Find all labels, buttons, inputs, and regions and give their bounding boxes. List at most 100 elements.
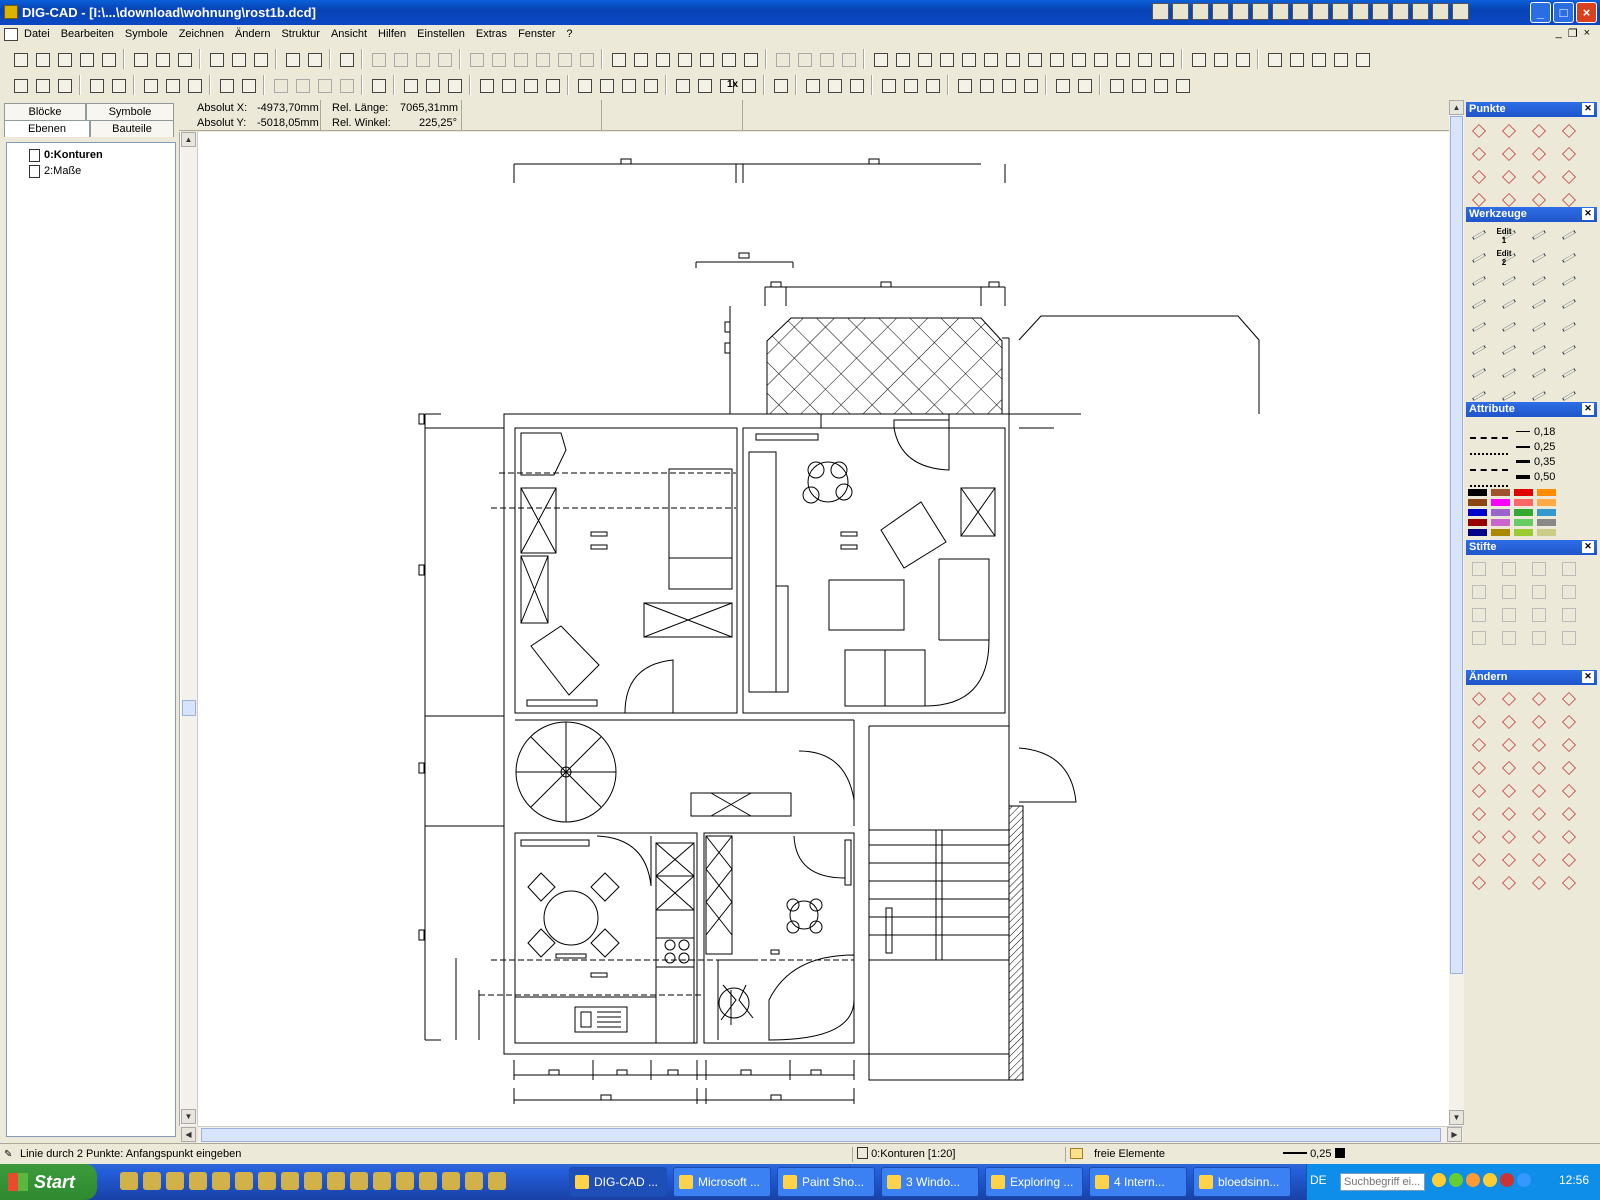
menu-fenster[interactable]: Fenster xyxy=(518,28,555,40)
menu-aendern[interactable]: Ändern xyxy=(235,28,270,40)
zoom-1x-button[interactable]: 1x xyxy=(727,79,738,90)
menu-extras[interactable]: Extras xyxy=(476,28,507,40)
toolbar-button-icon[interactable] xyxy=(1134,49,1154,69)
toolbar-button-icon[interactable] xyxy=(368,75,388,95)
toolbar-button-icon[interactable] xyxy=(542,75,562,95)
toolbar-button-icon[interactable] xyxy=(870,49,890,69)
line-width-item[interactable]: 0,35 xyxy=(1516,454,1555,469)
line-width-item[interactable]: 0,50 xyxy=(1516,469,1555,484)
toolbar-button-icon[interactable] xyxy=(412,49,432,69)
snap-point-tool-icon[interactable] xyxy=(1558,166,1578,186)
toolbar-button-icon[interactable] xyxy=(532,49,552,69)
menu-bearbeiten[interactable]: Bearbeiten xyxy=(61,28,114,40)
toolbar-button-icon[interactable] xyxy=(336,75,356,95)
quicklaunch-icon[interactable] xyxy=(350,1172,368,1190)
edit-tool-icon[interactable] xyxy=(1558,734,1578,754)
scroll-up-arrow-icon[interactable]: ▲ xyxy=(1449,100,1464,115)
edit-tool-icon[interactable] xyxy=(1468,780,1488,800)
status-layer-cell[interactable]: 0:Konturen [1:20] xyxy=(852,1147,1057,1162)
toolbar-button-icon[interactable] xyxy=(554,49,574,69)
document-icon[interactable] xyxy=(4,28,18,41)
language-indicator[interactable]: DE xyxy=(1310,1173,1327,1187)
clock[interactable]: 12:56 xyxy=(1559,1173,1589,1187)
quicklaunch-icon[interactable] xyxy=(327,1172,345,1190)
toolbar-button-icon[interactable] xyxy=(1074,75,1094,95)
toolbar-button-icon[interactable] xyxy=(390,49,410,69)
snap-point-tool-icon[interactable] xyxy=(1468,120,1488,140)
task-button-paintshop[interactable]: Paint Sho... xyxy=(777,1167,875,1197)
snap-point-tool-icon[interactable] xyxy=(1528,120,1548,140)
toolbar-button-icon[interactable] xyxy=(238,75,258,95)
toolbar-button-icon[interactable] xyxy=(900,75,920,95)
toolbar-button-icon[interactable] xyxy=(304,49,324,69)
color-swatch[interactable] xyxy=(1468,509,1487,516)
snap-point-tool-icon[interactable] xyxy=(1528,189,1548,209)
floor-plan-drawing[interactable] xyxy=(199,132,1469,1126)
edit-tool-icon[interactable] xyxy=(1558,826,1578,846)
palette-close-icon[interactable]: ✕ xyxy=(1582,403,1594,415)
edit-tool-icon[interactable] xyxy=(1468,734,1488,754)
quicklaunch-icon[interactable] xyxy=(258,1172,276,1190)
scroll-up-arrow-icon[interactable]: ▲ xyxy=(181,132,196,147)
pen-icon[interactable] xyxy=(1528,558,1548,578)
tray-icon[interactable] xyxy=(1466,1173,1480,1187)
toolbar-button-icon[interactable] xyxy=(140,75,160,95)
line-style-dot2[interactable] xyxy=(1470,472,1508,487)
app-icon[interactable] xyxy=(4,5,18,19)
edit-tool-icon[interactable] xyxy=(1558,711,1578,731)
menu-struktur[interactable]: Struktur xyxy=(281,28,320,40)
drawing-tool-icon[interactable] xyxy=(1528,316,1548,336)
toolbar-button-icon[interactable] xyxy=(574,75,594,95)
toolbar-button-icon[interactable] xyxy=(1024,49,1044,69)
tab-bauteile[interactable]: Bauteile xyxy=(90,120,174,137)
toolbar-button-icon[interactable] xyxy=(694,75,714,95)
drawing-tool-icon[interactable] xyxy=(1558,224,1578,244)
edit-tool-icon[interactable] xyxy=(1528,826,1548,846)
tab-ebenen[interactable]: Ebenen xyxy=(4,120,90,137)
palette-header-attribute[interactable]: Attribute ✕ xyxy=(1466,402,1597,417)
toolbar-button-icon[interactable] xyxy=(314,75,334,95)
edit-tool-icon[interactable] xyxy=(1498,757,1518,777)
toolbar-button-icon[interactable] xyxy=(718,49,738,69)
edit-tool-icon[interactable] xyxy=(1498,688,1518,708)
task-button-internet[interactable]: 4 Intern... xyxy=(1089,1167,1187,1197)
pen-icon[interactable] xyxy=(1558,627,1578,647)
quick-icon[interactable] xyxy=(1272,3,1289,20)
edit-tool-icon[interactable] xyxy=(1558,803,1578,823)
snap-point-tool-icon[interactable] xyxy=(1468,189,1488,209)
palette-close-icon[interactable]: ✕ xyxy=(1582,541,1594,553)
menu-hilfen[interactable]: Hilfen xyxy=(378,28,406,40)
drawing-tool-icon[interactable] xyxy=(1498,293,1518,313)
toolbar-button-icon[interactable] xyxy=(466,49,486,69)
toolbar-button-icon[interactable] xyxy=(10,49,30,69)
menu-help[interactable]: ? xyxy=(566,28,572,40)
pen-icon[interactable] xyxy=(1528,627,1548,647)
color-swatch[interactable] xyxy=(1537,499,1556,506)
edit-tool-icon[interactable] xyxy=(1498,711,1518,731)
snap-point-tool-icon[interactable] xyxy=(1528,143,1548,163)
drawing-tool-icon[interactable] xyxy=(1468,362,1488,382)
palette-header-punkte[interactable]: Punkte ✕ xyxy=(1466,102,1597,117)
edit-tool-icon[interactable] xyxy=(1468,803,1488,823)
edit-tool-icon[interactable] xyxy=(1498,780,1518,800)
toolbar-button-icon[interactable] xyxy=(770,75,790,95)
toolbar-button-icon[interactable] xyxy=(1052,75,1072,95)
quicklaunch-icon[interactable] xyxy=(442,1172,460,1190)
toolbar-button-icon[interactable] xyxy=(498,75,518,95)
edit-tool-icon[interactable] xyxy=(1528,872,1548,892)
drawing-tool-icon[interactable] xyxy=(1558,316,1578,336)
maximize-button[interactable]: □ xyxy=(1553,2,1574,23)
toolbar-button-icon[interactable] xyxy=(878,75,898,95)
toolbar-button-icon[interactable] xyxy=(1264,49,1284,69)
edit-tool-icon[interactable] xyxy=(1468,849,1488,869)
snap-point-tool-icon[interactable] xyxy=(1528,166,1548,186)
color-swatch[interactable] xyxy=(1491,529,1510,536)
toolbar-button-icon[interactable] xyxy=(250,49,270,69)
edit-tool-icon[interactable] xyxy=(1498,734,1518,754)
drawing-tool-icon[interactable] xyxy=(1528,362,1548,382)
toolbar-button-icon[interactable] xyxy=(54,75,74,95)
edit-tool-icon[interactable] xyxy=(1528,849,1548,869)
mdi-restore-button[interactable]: ❐ xyxy=(1568,27,1578,40)
task-button-microsoft[interactable]: Microsoft ... xyxy=(673,1167,771,1197)
snap-point-tool-icon[interactable] xyxy=(1558,120,1578,140)
